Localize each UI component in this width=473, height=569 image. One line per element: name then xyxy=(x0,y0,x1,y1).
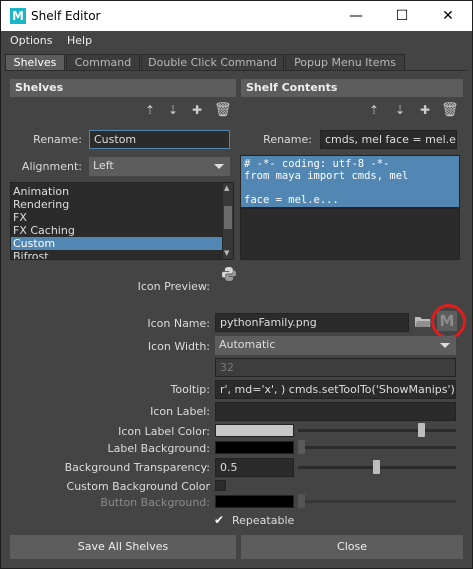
move-item-down-icon[interactable]: ⇣ xyxy=(392,102,408,118)
button-background-slider xyxy=(298,500,456,503)
icon-label-color-label: Icon Label Color: xyxy=(118,425,210,438)
code-line: face = mel.e... xyxy=(244,194,339,206)
repeatable-label: Repeatable xyxy=(232,514,295,527)
icon-name-label: Icon Name: xyxy=(147,317,210,330)
scroll-up-icon[interactable]: ▲ xyxy=(224,184,229,192)
chevron-down-icon xyxy=(214,164,224,169)
list-item-rendering[interactable]: Rendering xyxy=(11,198,233,211)
bg-transparency-label: Background Transparency: xyxy=(64,461,210,474)
rename-label: Rename: xyxy=(33,133,82,146)
icon-label-color-swatch[interactable] xyxy=(215,424,294,437)
icon-width-label: Icon Width: xyxy=(147,340,210,353)
move-item-up-icon[interactable]: ⇡ xyxy=(366,102,382,118)
alignment-value: Left xyxy=(93,159,114,172)
highlight-circle xyxy=(431,304,466,339)
delete-item-icon[interactable]: 🗑 xyxy=(441,102,459,118)
item-rename-input[interactable]: cmds, mel face = mel.e... xyxy=(320,130,457,149)
scroll-down-icon[interactable]: ▼ xyxy=(224,249,229,257)
new-shelf-icon[interactable]: ✚ xyxy=(189,102,205,118)
shelves-header: Shelves xyxy=(10,79,236,97)
move-down-icon[interactable]: ⇣ xyxy=(165,102,181,118)
shelf-contents-header: Shelf Contents xyxy=(241,79,463,97)
alignment-label: Alignment: xyxy=(21,160,82,173)
code-preview[interactable]: # -*- coding: utf-8 -*- from maya import … xyxy=(240,155,460,208)
bg-transparency-slider-handle[interactable] xyxy=(373,460,380,474)
folder-icon[interactable] xyxy=(414,314,432,329)
label-background-slider[interactable] xyxy=(298,446,456,449)
menu-options[interactable]: Options xyxy=(10,34,52,47)
tooltip-label: Tooltip: xyxy=(170,383,210,396)
menu-bar: Options Help xyxy=(1,31,472,51)
list-item-fx[interactable]: FX xyxy=(11,211,233,224)
icon-label-input[interactable] xyxy=(215,402,456,421)
python-icon xyxy=(221,266,237,282)
delete-shelf-icon[interactable]: 🗑 xyxy=(214,102,232,118)
icon-width-number-field: 32 xyxy=(215,358,456,377)
menu-help[interactable]: Help xyxy=(67,34,92,47)
list-item-fx-caching[interactable]: FX Caching xyxy=(11,224,233,237)
maximize-button[interactable]: ☐ xyxy=(379,2,425,31)
custom-bg-color-label: Custom Background Color xyxy=(66,480,210,493)
button-background-slider-handle xyxy=(298,494,305,508)
list-item-bifrost[interactable]: Bifrost xyxy=(11,250,233,259)
shelves-list[interactable]: Animation Rendering FX FX Caching Custom… xyxy=(10,182,234,260)
icon-preview-label: Icon Preview: xyxy=(137,280,210,293)
contents-rename-label: Rename: xyxy=(263,133,312,146)
tab-double-click-command[interactable]: Double Click Command xyxy=(141,54,284,71)
move-up-icon[interactable]: ⇡ xyxy=(142,102,158,118)
icon-width-dropdown[interactable]: Automatic xyxy=(215,336,456,355)
close-window-button[interactable]: ✕ xyxy=(425,2,471,31)
icon-name-input[interactable]: pythonFamily.png xyxy=(215,313,409,332)
tab-shelves[interactable]: Shelves xyxy=(5,54,65,71)
button-background-swatch xyxy=(215,495,294,508)
bg-transparency-input[interactable]: 0.5 xyxy=(215,458,294,477)
label-background-label: Label Background: xyxy=(107,442,210,455)
title-bar: M Shelf Editor — ☐ ✕ xyxy=(1,1,472,31)
alignment-dropdown[interactable]: Left xyxy=(89,157,230,176)
new-item-icon[interactable]: ✚ xyxy=(417,102,433,118)
button-background-label: Button Background: xyxy=(100,496,210,509)
custom-bg-color-checkbox[interactable] xyxy=(215,480,226,491)
maya-app-icon: M xyxy=(10,8,26,24)
shelf-rename-input[interactable]: Custom xyxy=(89,130,230,149)
tooltip-input[interactable]: r', md='x', ) cmds.setToolTo('ShowManips… xyxy=(215,380,456,399)
icon-label-label: Icon Label: xyxy=(150,405,210,418)
close-button[interactable]: Close xyxy=(241,535,463,559)
tab-command[interactable]: Command xyxy=(66,54,140,71)
chevron-down-icon xyxy=(440,343,450,348)
code-line: from maya import cmds, mel xyxy=(244,170,409,182)
tab-divider xyxy=(4,70,467,71)
code-line: # -*- coding: utf-8 -*- xyxy=(244,158,390,170)
window-title: Shelf Editor xyxy=(31,9,101,23)
minimize-button[interactable]: — xyxy=(333,2,379,31)
scrollbar-thumb[interactable] xyxy=(224,206,232,229)
icon-width-value: Automatic xyxy=(219,338,276,351)
tab-popup-menu-items[interactable]: Popup Menu Items xyxy=(285,54,405,71)
scrollbar[interactable]: ▲ ▼ xyxy=(223,183,233,259)
repeatable-checkbox[interactable]: ✔ xyxy=(214,514,224,526)
code-preview-empty-area[interactable] xyxy=(240,208,460,260)
icon-label-color-slider-handle[interactable] xyxy=(418,423,425,437)
list-item-custom[interactable]: Custom xyxy=(11,237,222,250)
icon-label-color-slider[interactable] xyxy=(298,429,456,432)
label-background-slider-handle[interactable] xyxy=(298,440,305,454)
label-background-swatch[interactable] xyxy=(215,441,294,454)
list-item-animation[interactable]: Animation xyxy=(11,185,233,198)
save-all-shelves-button[interactable]: Save All Shelves xyxy=(10,535,236,559)
